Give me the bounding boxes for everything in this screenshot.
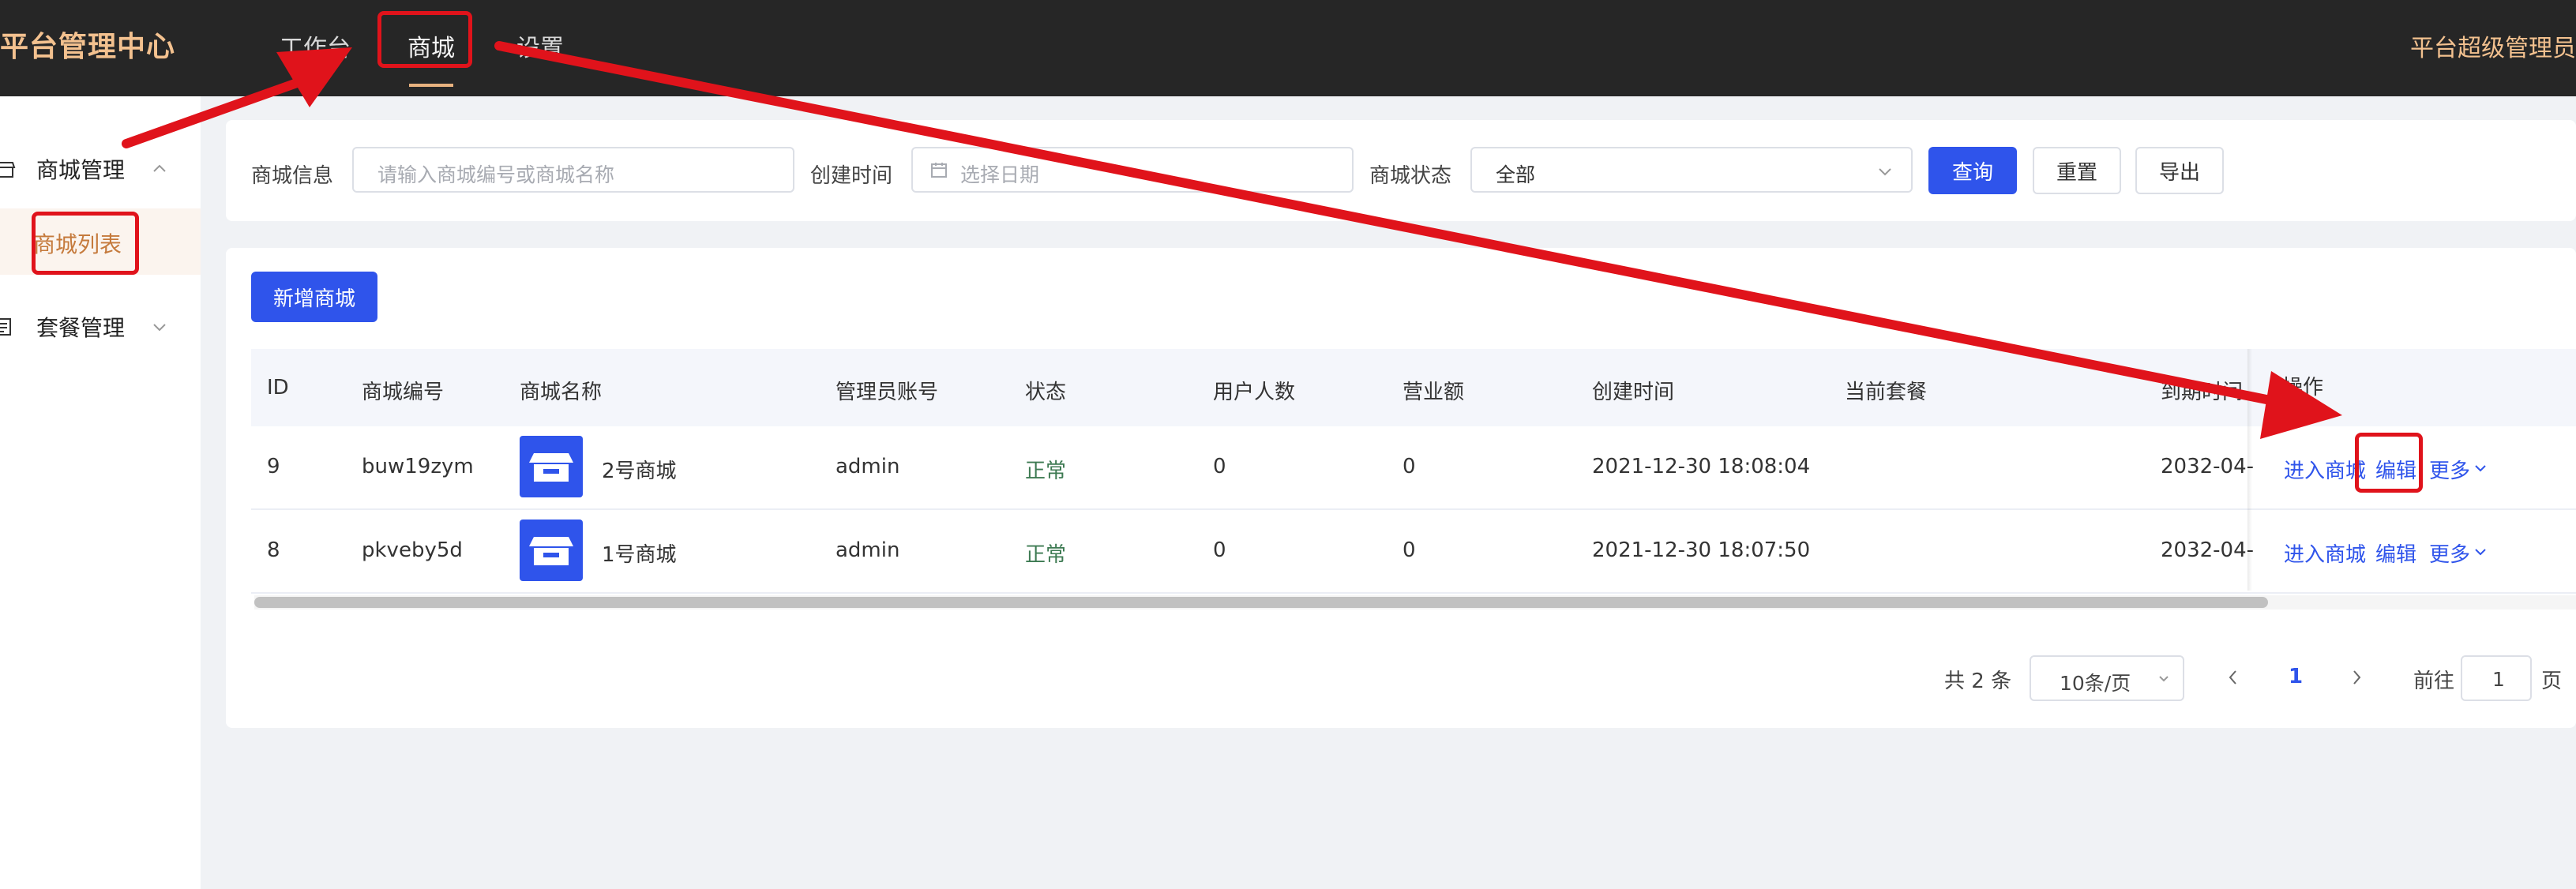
arrow-line <box>494 41 2295 409</box>
annotation-arrows <box>122 41 2342 439</box>
arrow-head <box>2260 371 2342 439</box>
arrow-line <box>122 74 313 148</box>
arrow-head <box>276 47 352 107</box>
